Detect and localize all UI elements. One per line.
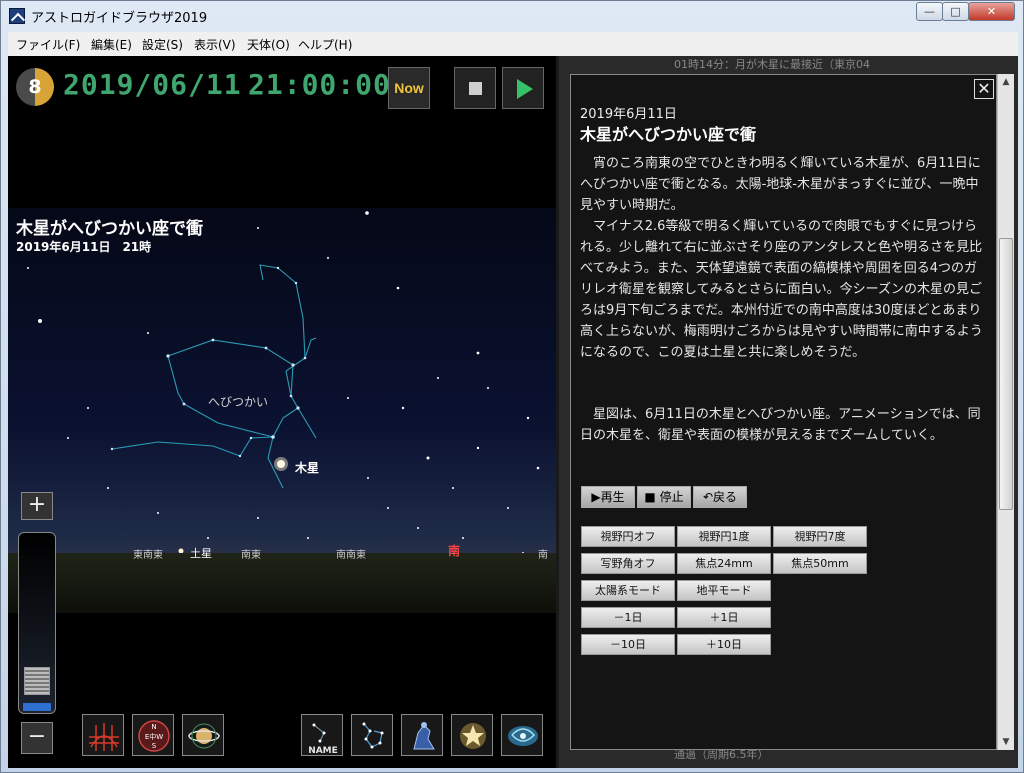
svg-text:NAME: NAME <box>308 746 338 756</box>
close-button[interactable]: ✕ <box>968 2 1015 21</box>
info-panel: 01時14分：月が木星に最接近（東京04 通過（周期6.5年） ✕ 2019年6… <box>559 56 1018 768</box>
plus-1-day-button[interactable]: ＋1日 <box>677 607 771 628</box>
article-paragraph: マイナス2.6等級で明るく輝いているので肉眼でもすぐに見つけられる。少し離れて右… <box>580 219 983 360</box>
vertical-scrollbar[interactable]: ▲ ▼ <box>997 74 1014 750</box>
direction-label: 東南東 <box>133 550 163 561</box>
anim-play-button[interactable]: ▶再生 <box>581 486 635 508</box>
jupiter-label: 木星 <box>295 461 320 475</box>
scrollbar-thumb[interactable] <box>999 238 1013 510</box>
minus-1-day-button[interactable]: －1日 <box>581 607 675 628</box>
window-title: アストロガイドブラウザ2019 <box>31 11 208 26</box>
sky-title: 木星がへびつかい座で衝 <box>16 219 203 239</box>
horizon-ground <box>8 553 556 613</box>
star-map[interactable] <box>8 208 556 608</box>
client-area: 8 2019/06/11 21:00:00 Now 木星がへびつかい座で衝 20… <box>8 56 1018 768</box>
svg-text:E中W: E中W <box>145 732 163 741</box>
svg-text:S: S <box>152 742 157 750</box>
grid-icon[interactable] <box>82 714 124 756</box>
sky-subtitle: 2019年6月11日 21時 <box>16 240 152 254</box>
menu-file[interactable]: ファイル(F) <box>16 36 80 53</box>
menu-settings[interactable]: 設定(S) <box>142 36 183 53</box>
saturn-label: 土星 <box>190 547 212 560</box>
fov-1deg-button[interactable]: 視野円1度 <box>677 526 771 547</box>
menu-view[interactable]: 表示(V) <box>194 36 236 53</box>
zoom-slider[interactable] <box>18 532 56 714</box>
scroll-down-icon[interactable]: ▼ <box>998 734 1014 750</box>
zoom-level-indicator <box>23 703 51 711</box>
zoom-slider-thumb[interactable] <box>24 667 50 695</box>
article-close-button[interactable]: ✕ <box>974 79 994 99</box>
article-paragraph: 宵のころ南東の空でひときわ明るく輝いている木星が、6月11日にへびつかい座で衝と… <box>580 156 981 213</box>
compass-icon[interactable]: N E中W S <box>132 714 174 756</box>
event-list-text: 01時14分：月が木星に最接近（東京04 <box>674 58 870 71</box>
focal-24mm-button[interactable]: 焦点24mm <box>677 553 771 574</box>
article-paragraph: 星図は、6月11日の木星とへびつかい座。アニメーションでは、同日の木星を、衛星や… <box>580 407 981 443</box>
jupiter-marker[interactable] <box>277 460 285 468</box>
zoom-out-button[interactable]: − <box>21 722 53 754</box>
sky-panel: 8 2019/06/11 21:00:00 Now 木星がへびつかい座で衝 20… <box>8 56 556 768</box>
galaxy-icon[interactable] <box>501 714 543 756</box>
anim-stop-button[interactable]: ■ 停止 <box>637 486 691 508</box>
moon-age: 8 <box>28 76 42 98</box>
article-date: 2019年6月11日 <box>580 107 677 122</box>
menu-object[interactable]: 天体(O) <box>247 36 290 53</box>
time-display[interactable]: 21:00:00 <box>248 68 391 101</box>
menu-help[interactable]: ヘルプ(H) <box>298 36 352 53</box>
zoom-in-button[interactable]: + <box>21 492 53 520</box>
menu-edit[interactable]: 編集(E) <box>91 36 132 53</box>
title-bar: アストロガイドブラウザ2019 — □ ✕ <box>1 1 1024 31</box>
plus-10-day-button[interactable]: ＋10日 <box>677 634 771 655</box>
article-popup: ✕ 2019年6月11日 木星がへびつかい座で衝 宵のころ南東の空でひときわ明る… <box>570 74 997 750</box>
fov-off-button[interactable]: 視野円オフ <box>581 526 675 547</box>
constellation-line-icon[interactable] <box>351 714 393 756</box>
direction-label: 南 <box>538 550 548 561</box>
play-icon <box>517 79 533 99</box>
maximize-button[interactable]: □ <box>942 2 969 21</box>
play-button[interactable] <box>502 67 544 109</box>
constellation-lines <box>27 211 540 554</box>
scroll-up-icon[interactable]: ▲ <box>998 74 1014 90</box>
now-button[interactable]: Now <box>388 67 430 109</box>
constellation-label: へびつかい <box>208 395 269 409</box>
constellation-art-icon[interactable] <box>401 714 443 756</box>
fov-7deg-button[interactable]: 視野円7度 <box>773 526 867 547</box>
minus-10-day-button[interactable]: －10日 <box>581 634 675 655</box>
app-window: アストロガイドブラウザ2019 — □ ✕ ファイル(F) 編集(E) 設定(S… <box>0 0 1024 773</box>
anim-back-button[interactable]: ↶戻る <box>693 486 747 508</box>
minimize-button[interactable]: — <box>916 2 943 21</box>
moon-phase-icon: 8 <box>16 68 54 106</box>
stop-icon <box>469 82 482 95</box>
menu-bar: ファイル(F) 編集(E) 設定(S) 表示(V) 天体(O) ヘルプ(H) <box>8 32 1018 56</box>
svg-text:N: N <box>151 723 156 731</box>
focal-50mm-button[interactable]: 焦点50mm <box>773 553 867 574</box>
solar-system-mode-button[interactable]: 太陽系モード <box>581 580 675 601</box>
star-icon[interactable] <box>451 714 493 756</box>
planet-icon[interactable] <box>182 714 224 756</box>
horizon-mode-button[interactable]: 地平モード <box>677 580 771 601</box>
direction-label: 南南東 <box>336 550 366 561</box>
direction-label: 南東 <box>241 550 261 561</box>
now-label: Now <box>394 80 424 96</box>
name-icon[interactable]: NAME <box>301 714 343 756</box>
date-display[interactable]: 2019/06/11 <box>63 68 242 101</box>
direction-south-label: 南 <box>448 544 461 558</box>
stars <box>27 211 540 554</box>
field-off-button[interactable]: 写野角オフ <box>581 553 675 574</box>
stop-button[interactable] <box>454 67 496 109</box>
app-icon <box>9 8 25 24</box>
article-title: 木星がへびつかい座で衝 <box>580 125 757 144</box>
